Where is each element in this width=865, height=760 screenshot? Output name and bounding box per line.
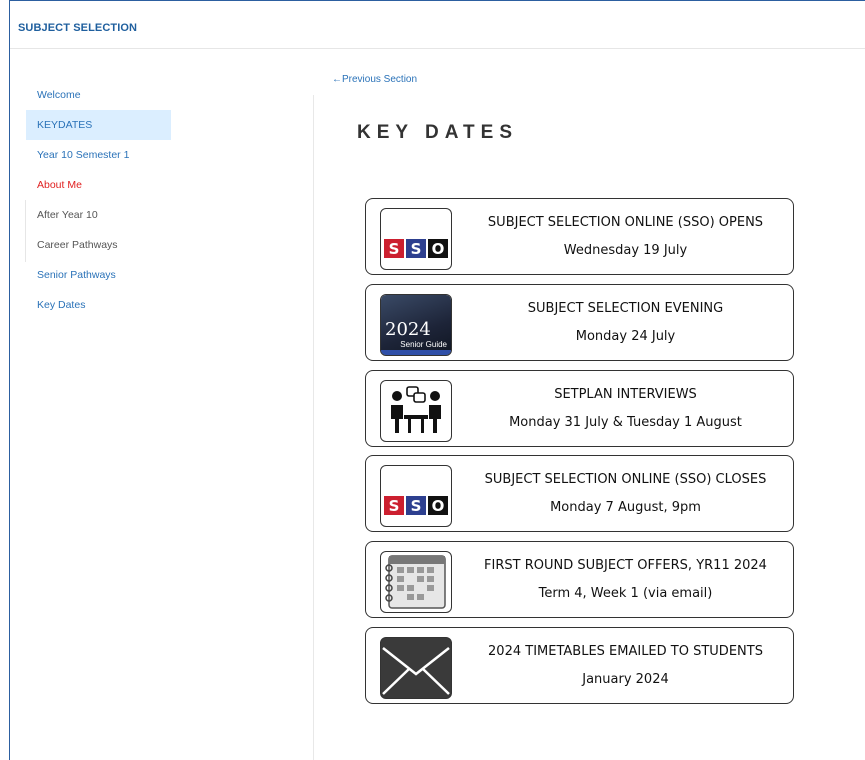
sso-letter: O xyxy=(428,239,448,258)
sso-letter: S xyxy=(406,239,426,258)
key-date-card: 2024 TIMETABLES EMAILED TO STUDENTS Janu… xyxy=(365,627,794,704)
sidebar-item-about-me[interactable]: About Me xyxy=(26,170,171,200)
sso-logo-icon: S S O xyxy=(380,465,452,527)
sidebar-item-keydates[interactable]: KEYDATES xyxy=(26,110,171,140)
app-title: SUBJECT SELECTION xyxy=(18,22,138,34)
page-title: KEY DATES xyxy=(357,122,518,143)
interview-icon xyxy=(380,380,452,442)
key-date-date: Monday 7 August, 9pm xyxy=(550,500,701,515)
key-date-title: SETPLAN INTERVIEWS xyxy=(554,387,697,402)
sidebar-item-key-dates[interactable]: Key Dates xyxy=(26,290,171,320)
key-date-date: January 2024 xyxy=(582,672,669,687)
guide-label: Senior Guide xyxy=(400,340,447,349)
key-date-title: 2024 TIMETABLES EMAILED TO STUDENTS xyxy=(488,644,763,659)
sidebar-divider xyxy=(313,95,314,760)
sso-letter: S xyxy=(406,496,426,515)
key-date-date: Monday 24 July xyxy=(575,329,676,344)
key-date-date: Term 4, Week 1 (via email) xyxy=(538,586,713,601)
senior-guide-icon: 2024 Senior Guide xyxy=(380,294,452,356)
key-date-title: SUBJECT SELECTION ONLINE (SSO) CLOSES xyxy=(484,472,767,487)
sso-letter: S xyxy=(384,496,404,515)
key-date-title: SUBJECT SELECTION ONLINE (SSO) OPENS xyxy=(487,215,764,230)
sidebar-item-career-pathways[interactable]: Career Pathways xyxy=(26,230,171,260)
key-date-card: FIRST ROUND SUBJECT OFFERS, YR11 2024 Te… xyxy=(365,541,794,618)
key-date-title: SUBJECT SELECTION EVENING xyxy=(527,301,724,316)
calendar-icon xyxy=(380,551,452,613)
previous-section-link[interactable]: ←Previous Section xyxy=(332,74,417,85)
sidebar-item-welcome[interactable]: Welcome xyxy=(26,80,171,110)
sidebar-item-after-year10[interactable]: After Year 10 xyxy=(26,200,171,230)
key-date-date: Wednesday 19 July xyxy=(563,243,688,258)
key-date-card: SETPLAN INTERVIEWS Monday 31 July & Tues… xyxy=(365,370,794,447)
sso-logo-icon: S S O xyxy=(380,208,452,270)
key-date-title: FIRST ROUND SUBJECT OFFERS, YR11 2024 xyxy=(484,558,767,573)
sso-letter: S xyxy=(384,239,404,258)
key-date-date: Monday 31 July & Tuesday 1 August xyxy=(509,415,742,430)
envelope-icon xyxy=(380,637,452,699)
sso-letter: O xyxy=(428,496,448,515)
key-date-card: 2024 Senior Guide SUBJECT SELECTION EVEN… xyxy=(365,284,794,361)
sidebar-item-senior-pathways[interactable]: Senior Pathways xyxy=(26,260,171,290)
key-date-card: S S O SUBJECT SELECTION ONLINE (SSO) CLO… xyxy=(365,455,794,532)
sidebar-nav: Welcome KEYDATES Year 10 Semester 1 Abou… xyxy=(26,80,171,320)
sidebar-item-year10-semester1[interactable]: Year 10 Semester 1 xyxy=(26,140,171,170)
guide-year: 2024 xyxy=(385,319,431,340)
header-divider xyxy=(10,48,865,49)
key-date-card: S S O SUBJECT SELECTION ONLINE (SSO) OPE… xyxy=(365,198,794,275)
